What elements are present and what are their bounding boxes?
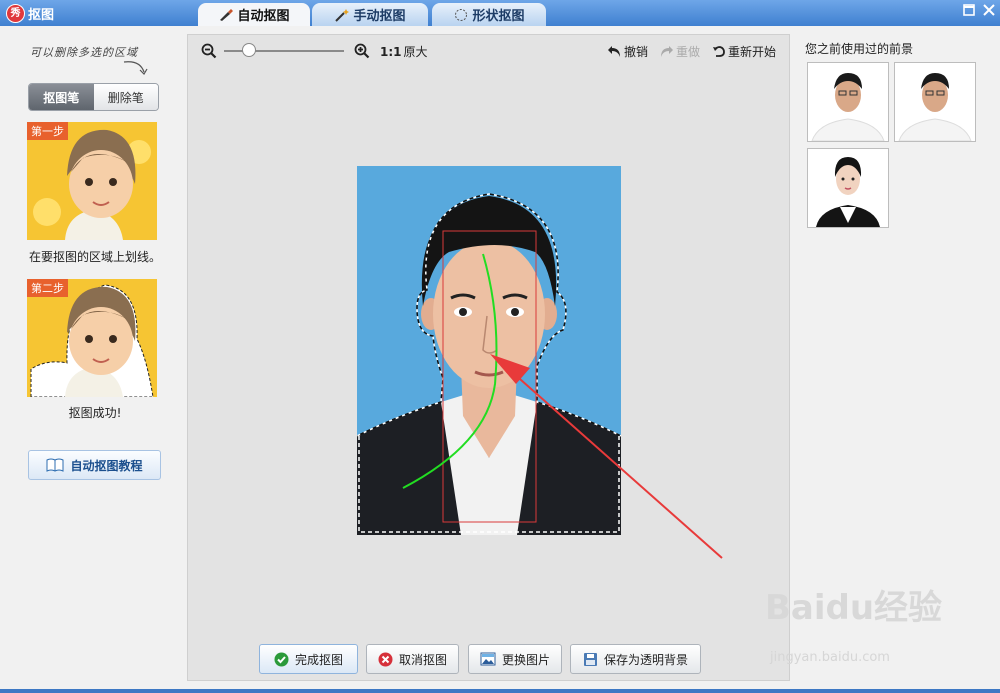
tab-auto-cutout[interactable]: 自动抠图 [198,3,310,26]
man-portrait-thumb [895,63,975,141]
step1-image: 第一步 [27,122,157,240]
tutorial-button-label: 自动抠图教程 [70,458,143,473]
recent-foreground-thumb[interactable] [807,62,889,142]
zoom-out-icon [201,43,217,59]
redo-button[interactable]: 重做 [659,43,700,60]
tool-toggle: 抠图笔 删除笔 [28,83,159,111]
zoom-in-icon [354,43,370,59]
cancel-cutout-label: 取消抠图 [398,652,447,667]
tab-shape-cutout[interactable]: 形状抠图 [432,3,546,26]
redo-label: 重做 [676,45,701,59]
maximize-icon [963,4,975,16]
redo-icon [661,46,673,57]
recent-foreground-thumb[interactable] [807,148,889,228]
magic-wand-icon [335,8,350,22]
book-icon [46,458,64,472]
save-transparent-button[interactable]: 保存为透明背景 [570,644,701,674]
image-icon [480,652,496,666]
recent-foregrounds-label: 您之前使用过的前景 [805,42,914,56]
original-size-label: 原大 [403,45,428,59]
pen-tool-button[interactable]: 抠图笔 [29,84,94,110]
curved-arrow-icon [123,61,148,75]
title-bar: 秀 抠图 自动抠图 手动抠图 形状抠图 [0,0,1000,26]
replace-image-button[interactable]: 更换图片 [468,644,562,674]
finish-cutout-button[interactable]: 完成抠图 [259,644,358,674]
maximize-button[interactable] [962,4,976,18]
reset-button[interactable]: 重新开始 [712,43,776,60]
zoom-out-button[interactable] [201,43,217,59]
man-portrait-thumb [808,63,888,141]
baidu-watermark: Baidu经验 [765,588,943,628]
tutorial-button[interactable]: 自动抠图教程 [28,450,161,480]
original-size-button[interactable]: 1:1 原大 [380,43,428,60]
annotation-arrow [490,354,723,559]
brush-icon [220,8,234,21]
save-icon [583,652,597,666]
step2-caption: 抠图成功! [68,406,122,420]
cancel-icon [378,652,393,666]
tab-label: 手动抠图 [353,9,406,24]
undo-icon [608,46,620,57]
replace-image-label: 更换图片 [501,652,550,667]
save-transparent-label: 保存为透明背景 [603,652,688,667]
tab-label: 形状抠图 [472,9,525,24]
cancel-cutout-button[interactable]: 取消抠图 [366,644,459,674]
ratio-label: 1:1 [380,44,402,59]
window-border [0,689,1000,693]
check-icon [274,652,289,666]
step2-image: 第二步 [27,279,157,397]
reset-icon [713,46,725,57]
shape-icon [455,8,468,21]
step1-caption: 在要抠图的区域上划线。 [28,250,161,264]
step2-tag: 第二步 [27,279,68,297]
reset-label: 重新开始 [728,45,777,59]
erase-tool-button[interactable]: 删除笔 [93,84,158,110]
recent-foreground-thumb[interactable] [894,62,976,142]
baidu-watermark-url: jingyan.baidu.com [770,650,890,665]
step1-tag: 第一步 [27,122,68,140]
undo-button[interactable]: 撤销 [607,43,648,60]
undo-label: 撤销 [624,45,649,59]
finish-cutout-label: 完成抠图 [294,652,343,667]
close-button[interactable] [982,4,996,18]
tab-manual-cutout[interactable]: 手动抠图 [312,3,428,26]
close-icon [983,4,995,16]
zoom-in-button[interactable] [354,43,370,59]
app-logo-icon: 秀 [6,4,25,23]
window-title: 抠图 [28,8,55,23]
woman-portrait-thumb [808,149,888,227]
tab-label: 自动抠图 [237,9,290,24]
zoom-slider-thumb[interactable] [242,43,256,57]
